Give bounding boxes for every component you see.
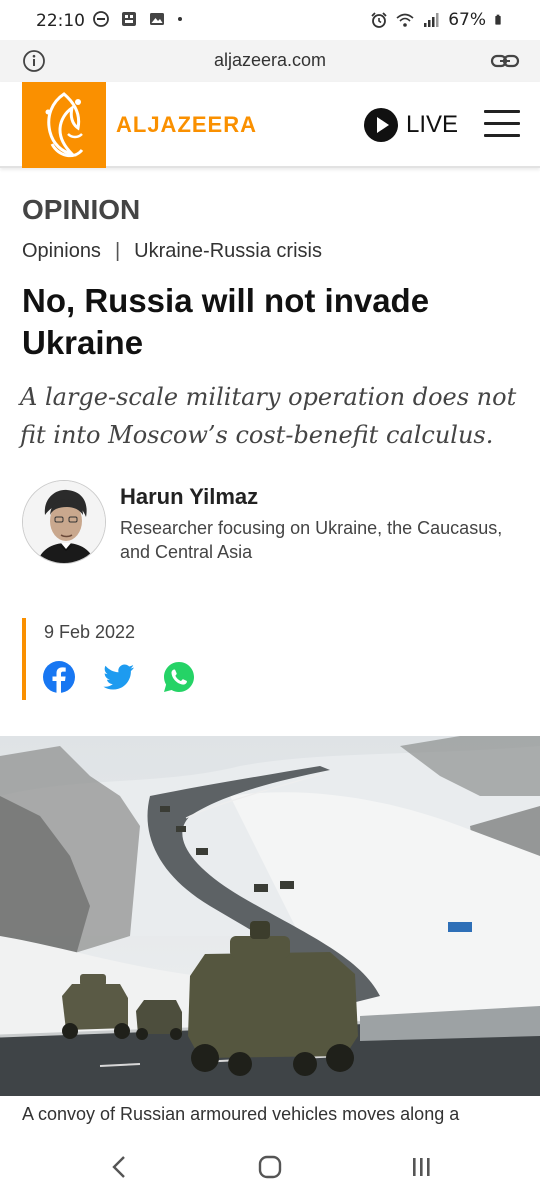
twitter-icon[interactable] xyxy=(102,660,136,694)
url-domain[interactable]: aljazeera.com xyxy=(0,50,540,71)
author-block: Harun Yilmaz Researcher focusing on Ukra… xyxy=(22,480,522,566)
image-caption: A convoy of Russian armoured vehicles mo… xyxy=(22,1104,460,1124)
publish-date: 9 Feb 2022 xyxy=(44,622,136,642)
share-buttons xyxy=(42,660,196,694)
battery-icon xyxy=(495,14,501,25)
logo-calligraphy-icon xyxy=(45,92,84,158)
wifi-icon xyxy=(396,13,414,27)
status-time: 22:10 xyxy=(36,11,85,31)
breadcrumb-opinions[interactable]: Opinions xyxy=(22,240,101,263)
logo-wordmark[interactable]: ALJAZEERA xyxy=(116,112,257,138)
live-label: LIVE xyxy=(406,111,459,138)
aljazeera-logo-emblem[interactable] xyxy=(22,82,106,168)
recent-apps-icon[interactable] xyxy=(406,1152,436,1182)
article-hero-image xyxy=(0,736,540,1096)
facebook-icon[interactable] xyxy=(42,660,76,694)
link-icon[interactable] xyxy=(490,49,520,73)
live-button[interactable]: LIVE xyxy=(364,107,458,143)
whatsapp-icon[interactable] xyxy=(162,660,196,694)
article-subheadline: A large-scale military operation does no… xyxy=(20,383,517,449)
article-meta: 9 Feb 2022 xyxy=(22,618,322,700)
back-icon[interactable] xyxy=(104,1152,134,1182)
browser-url-bar[interactable]: aljazeera.com xyxy=(0,40,540,82)
gallery-app-icon xyxy=(122,12,136,26)
author-name[interactable]: Harun Yilmaz xyxy=(120,484,258,510)
play-icon xyxy=(364,108,398,142)
breadcrumb-topic[interactable]: Ukraine-Russia crisis xyxy=(134,240,322,263)
hamburger-menu-icon[interactable] xyxy=(484,110,520,138)
status-left-icons xyxy=(92,10,188,28)
dot-icon xyxy=(178,17,182,21)
home-icon[interactable] xyxy=(255,1152,285,1182)
battery-percent: 67% xyxy=(448,10,486,30)
status-bar: 22:10 67% xyxy=(0,0,540,44)
image-icon xyxy=(150,13,164,25)
status-right-icons: 67% xyxy=(370,10,506,30)
system-nav-bar xyxy=(0,1134,540,1200)
breadcrumb-separator: | xyxy=(114,240,121,262)
article-headline: No, Russia will not invade Ukraine xyxy=(22,282,430,361)
alarm-icon xyxy=(371,12,387,28)
author-bio: Researcher focusing on Ukraine, the Cauc… xyxy=(120,518,503,562)
section-label[interactable]: OPINION xyxy=(22,194,140,226)
breadcrumb: Opinions | Ukraine-Russia crisis xyxy=(22,240,322,263)
site-header: ALJAZEERA LIVE xyxy=(0,82,540,168)
signal-icon xyxy=(424,13,439,27)
author-avatar[interactable] xyxy=(22,480,106,564)
do-not-disturb-icon xyxy=(93,11,109,27)
